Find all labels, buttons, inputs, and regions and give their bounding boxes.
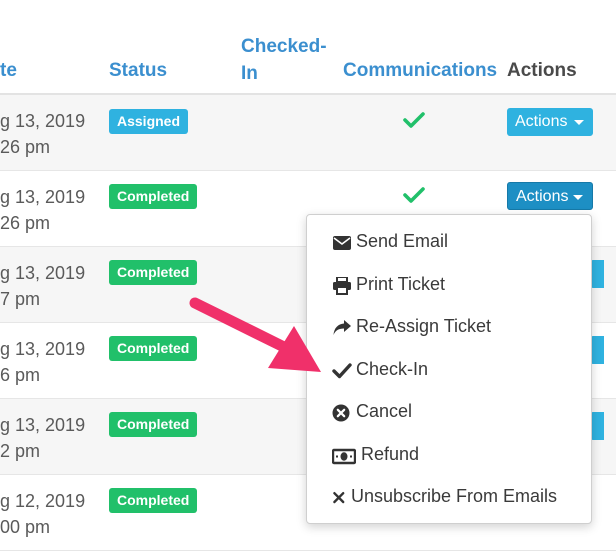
actions-dropdown-menu: Send Email Print Ticket Re-Assign Ticket…: [306, 214, 592, 524]
status-badge: Assigned: [109, 109, 189, 134]
money-bill-icon: [332, 448, 356, 465]
check-icon: [332, 363, 352, 379]
menu-item-cancel[interactable]: Cancel: [307, 393, 591, 433]
row-date: g 13, 2019: [0, 415, 86, 435]
column-header-actions: Actions: [507, 60, 577, 81]
check-icon: [403, 187, 425, 203]
row-time: 26 pm: [0, 213, 51, 233]
menu-item-label: Check-In: [356, 359, 429, 379]
row-date: g 13, 2019: [0, 339, 86, 359]
menu-item-label: Send Email: [356, 231, 449, 251]
actions-button-label: Actions: [516, 188, 569, 205]
row-date: g 12, 2019: [0, 491, 86, 511]
actions-button[interactable]: [590, 336, 604, 364]
status-badge: Completed: [109, 412, 198, 437]
times-icon: [333, 492, 345, 504]
column-header-checked-in-line2: In: [241, 63, 258, 84]
envelope-icon: [333, 236, 351, 250]
column-header-checked-in[interactable]: Checked- In: [241, 33, 327, 87]
row-time: 00 pm: [0, 517, 51, 537]
table-row: g 13, 2019 26 pm Assigned Actions: [0, 95, 616, 171]
column-header-date[interactable]: te: [0, 60, 17, 82]
menu-item-print-ticket[interactable]: Print Ticket: [307, 266, 591, 306]
menu-item-reassign-ticket[interactable]: Re-Assign Ticket: [307, 308, 591, 348]
row-time: 7 pm: [0, 289, 41, 309]
row-date: g 13, 2019: [0, 263, 86, 283]
actions-button[interactable]: [590, 260, 604, 288]
row-date: g 13, 2019: [0, 187, 86, 207]
status-badge: Completed: [109, 336, 198, 361]
status-badge: Completed: [109, 184, 198, 209]
actions-button-label: Actions: [515, 113, 568, 130]
column-header-status[interactable]: Status: [109, 60, 167, 82]
menu-item-unsubscribe[interactable]: Unsubscribe From Emails: [307, 478, 591, 518]
column-header-communications[interactable]: Communications: [343, 60, 497, 82]
menu-item-label: Refund: [361, 444, 420, 464]
status-badge: Completed: [109, 260, 198, 285]
menu-item-label: Print Ticket: [356, 274, 446, 294]
check-icon: [403, 112, 425, 128]
menu-item-refund[interactable]: Refund: [307, 436, 591, 476]
actions-button[interactable]: Actions: [507, 108, 593, 136]
status-badge: Completed: [109, 488, 198, 513]
row-time: 26 pm: [0, 137, 51, 157]
caret-down-icon: [574, 120, 584, 125]
row-date: g 13, 2019: [0, 111, 86, 131]
actions-button[interactable]: Actions: [507, 182, 593, 210]
menu-item-label: Unsubscribe From Emails: [351, 486, 558, 506]
row-time: 2 pm: [0, 441, 41, 461]
menu-item-label: Cancel: [356, 401, 413, 421]
menu-item-label: Re-Assign Ticket: [356, 316, 492, 336]
printer-icon: [333, 277, 351, 295]
actions-button[interactable]: [590, 412, 604, 440]
times-circle-icon: [332, 404, 350, 422]
column-header-checked-in-line1: Checked-: [241, 36, 327, 57]
row-time: 6 pm: [0, 365, 41, 385]
share-arrow-icon: [333, 320, 351, 335]
caret-down-icon: [573, 195, 583, 200]
menu-item-send-email[interactable]: Send Email: [307, 223, 591, 263]
menu-item-check-in[interactable]: Check-In: [307, 351, 591, 391]
